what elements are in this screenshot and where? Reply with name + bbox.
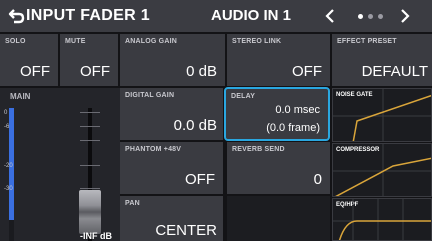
scale-20: -20 (4, 163, 13, 169)
delay-param[interactable]: DELAY 0.0 msec (0.0 frame) (224, 87, 330, 141)
fader-knob[interactable] (79, 190, 101, 234)
back-button[interactable] (6, 4, 28, 28)
reverb-send-param[interactable]: REVERB SEND 0 (227, 142, 330, 194)
reverb-send-label: REVERB SEND (232, 146, 285, 153)
compressor-graph[interactable]: COMPRESSOR (332, 143, 432, 197)
pan-value: CENTER (155, 222, 217, 239)
level-meter (9, 108, 14, 241)
phantom-label: PHANTOM +48V (125, 146, 182, 153)
mute-label: MUTE (65, 38, 86, 45)
phantom-value: OFF (185, 171, 215, 188)
pan-label: PAN (125, 200, 140, 207)
stereo-link-value: OFF (292, 63, 322, 80)
back-arrow-icon (8, 9, 25, 24)
page-dot (378, 14, 383, 19)
mute-value: OFF (80, 63, 110, 80)
compressor-curve (333, 144, 431, 196)
noise-gate-curve (333, 89, 431, 141)
solo-button[interactable]: SOLO OFF (0, 34, 58, 86)
fader-tick (80, 140, 100, 141)
delay-label: DELAY (231, 93, 256, 100)
scale-0: 0 (4, 110, 8, 116)
reverb-send-value: 0 (313, 171, 322, 188)
solo-label: SOLO (5, 38, 26, 45)
fader-tick (80, 165, 100, 166)
eq-hpf-graph[interactable]: EQ/HPF (332, 198, 432, 241)
analog-gain-value: 0 dB (186, 63, 217, 80)
stereo-link-label: STEREO LINK (232, 38, 282, 45)
digital-gain-value: 0.0 dB (173, 117, 217, 134)
fader-value: -INF dB (80, 231, 112, 241)
digital-gain-param[interactable]: DIGITAL GAIN 0.0 dB (120, 88, 223, 140)
main-label: MAIN (10, 92, 31, 101)
chevron-right-icon (401, 9, 410, 23)
page-dot (368, 14, 373, 19)
effect-preset-value: DEFAULT (361, 63, 428, 80)
empty-slot (227, 196, 330, 241)
next-page-button[interactable] (395, 4, 415, 28)
channel-name: AUDIO IN 1 (211, 7, 292, 24)
pan-param[interactable]: PAN CENTER (120, 196, 223, 241)
scale-6: -6 (4, 124, 10, 130)
screen: INPUT FADER 1 AUDIO IN 1 SOLO OFF MUTE O… (0, 0, 432, 241)
stereo-link-param[interactable]: STEREO LINK OFF (227, 34, 330, 86)
main-fader-panel: MAIN (0, 88, 120, 241)
chevron-left-icon (325, 9, 334, 23)
eq-curve (333, 199, 431, 240)
analog-gain-param[interactable]: ANALOG GAIN 0 dB (120, 34, 225, 86)
delay-frame-value: (0.0 frame) (266, 122, 320, 134)
effect-preset-label: EFFECT PRESET (337, 38, 397, 45)
mute-button[interactable]: MUTE OFF (60, 34, 118, 86)
fader-tick (80, 112, 100, 113)
scale-30: -30 (4, 186, 13, 192)
phantom-param[interactable]: PHANTOM +48V OFF (120, 142, 223, 194)
fader-tick (80, 126, 100, 127)
noise-gate-graph[interactable]: NOISE GATE (332, 88, 432, 142)
solo-value: OFF (20, 63, 50, 80)
delay-msec-value: 0.0 msec (275, 104, 320, 116)
page-title: INPUT FADER 1 (26, 7, 150, 24)
header-bar: INPUT FADER 1 AUDIO IN 1 (0, 0, 432, 32)
prev-page-button[interactable] (320, 4, 340, 28)
page-indicator (358, 14, 383, 19)
page-dot-active (358, 14, 363, 19)
effect-preset-param[interactable]: EFFECT PRESET DEFAULT (332, 34, 432, 86)
fader-tick (80, 188, 100, 189)
digital-gain-label: DIGITAL GAIN (125, 92, 175, 99)
analog-gain-label: ANALOG GAIN (125, 38, 177, 45)
